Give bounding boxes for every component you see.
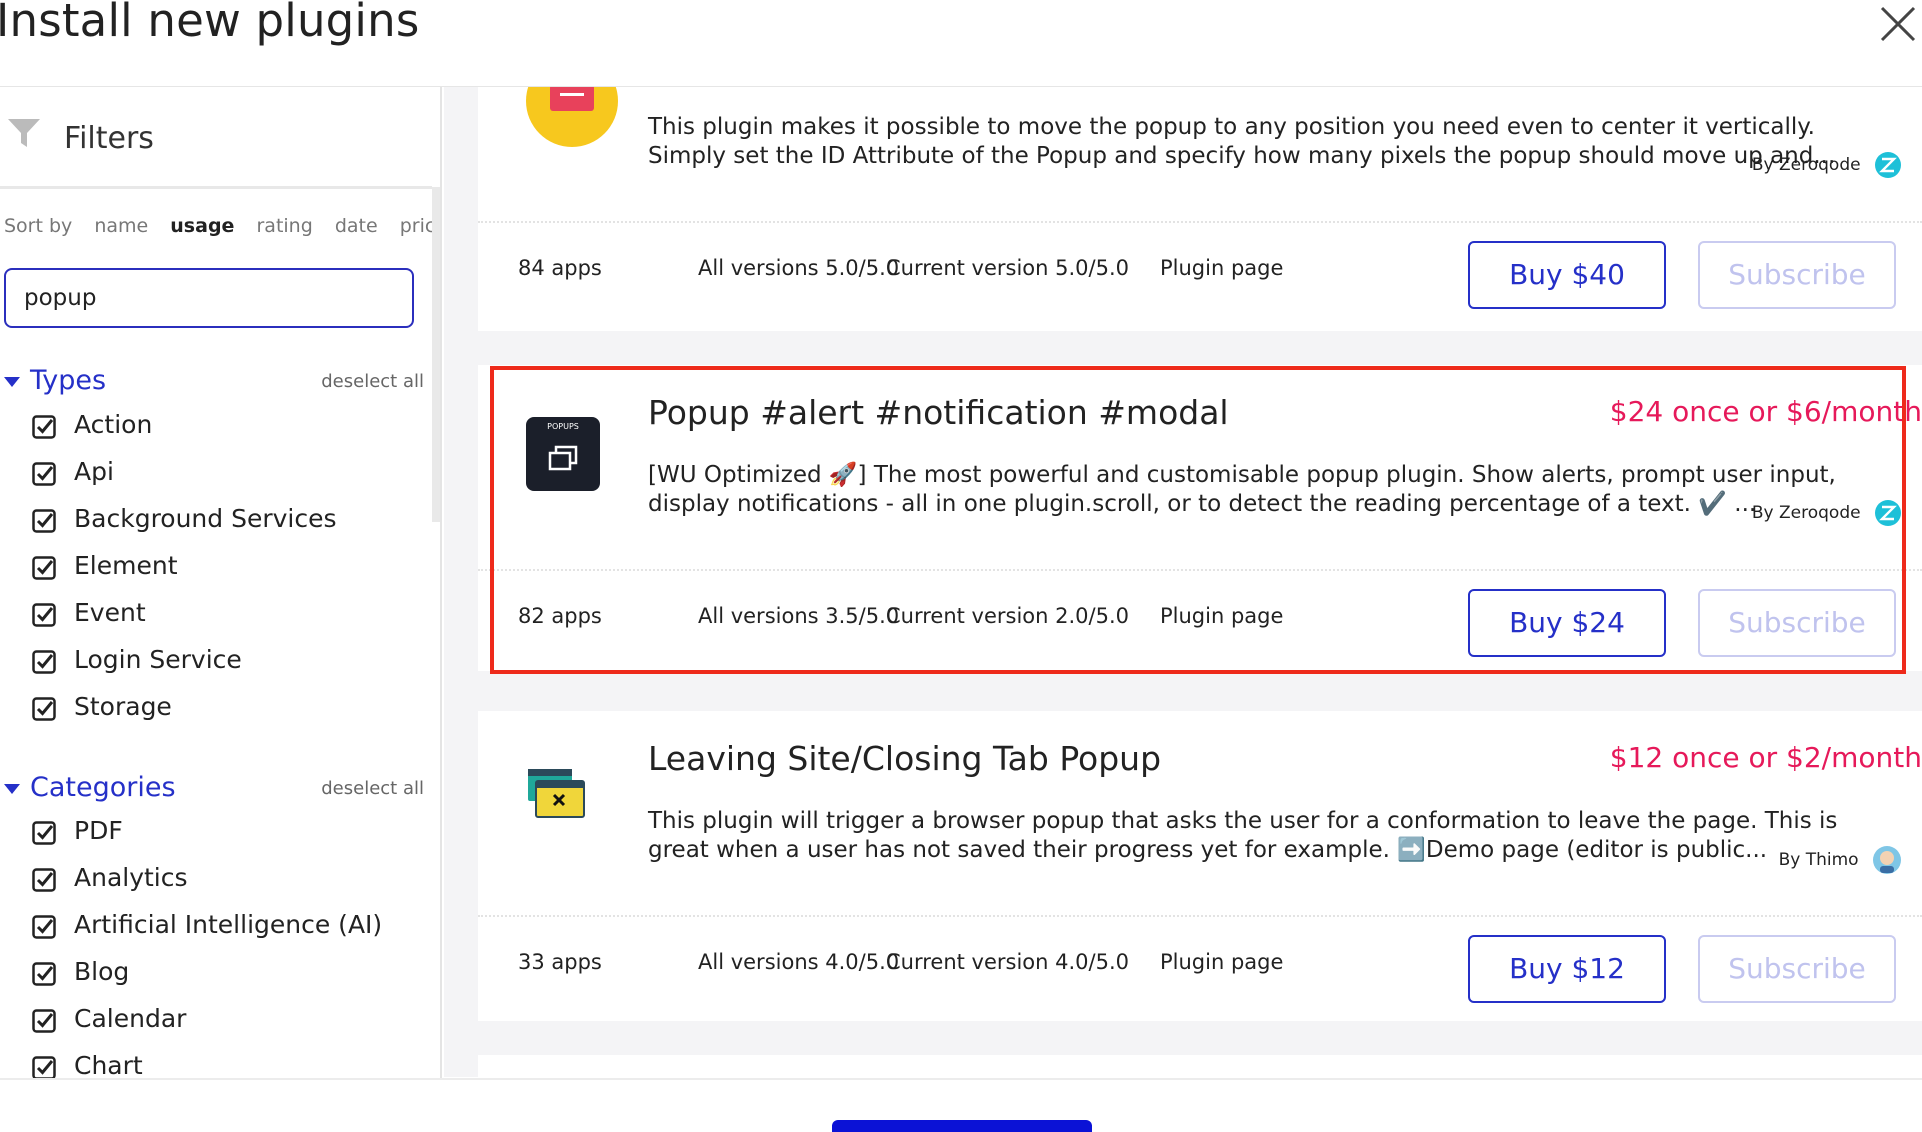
plugin-card: POPUPS Popup #alert #notification #modal… <box>478 365 1922 671</box>
plugin-card: This plugin makes it possible to move th… <box>478 87 1922 331</box>
checkbox-checked-icon[interactable] <box>32 821 56 845</box>
sort-rating[interactable]: rating <box>256 215 312 237</box>
avatar <box>1873 846 1901 874</box>
checkbox-checked-icon[interactable] <box>32 462 56 486</box>
checkbox-checked-icon[interactable] <box>32 868 56 892</box>
filter-icon <box>8 119 40 147</box>
checkbox-label: Api <box>74 457 114 486</box>
checkbox-checked-icon[interactable] <box>32 650 56 674</box>
categories-section-header: Categories deselect all <box>4 772 424 808</box>
plugin-page-link[interactable]: Plugin page <box>1160 256 1283 280</box>
checkbox-checked-icon[interactable] <box>32 509 56 533</box>
page-title: Install new plugins <box>0 0 420 47</box>
close-icon[interactable] <box>1874 0 1922 48</box>
checkbox-label: Event <box>74 598 146 627</box>
all-versions-rating: All versions 3.5/5.0 <box>698 604 900 628</box>
plugin-author: By Zeroqode <box>1752 499 1902 527</box>
zeroqode-logo-icon <box>1875 152 1901 178</box>
checkbox-label: Element <box>74 551 178 580</box>
subscribe-button[interactable]: Subscribe <box>1698 935 1896 1003</box>
plugin-list: This plugin makes it possible to move th… <box>444 87 1922 1077</box>
checkbox-label: Blog <box>74 957 130 986</box>
plugin-card <box>478 1055 1922 1077</box>
author-name: By Zeroqode <box>1751 503 1861 523</box>
filters-sidebar: Filters Sort by name usage rating date p… <box>0 87 442 1079</box>
plugin-author: By Zeroqode <box>1752 151 1902 179</box>
types-deselect-all[interactable]: deselect all <box>321 371 424 392</box>
categories-deselect-all[interactable]: deselect all <box>321 778 424 799</box>
apps-count: 82 apps <box>518 604 602 628</box>
browser-popup-icon <box>528 769 585 818</box>
author-name: By Thimo <box>1778 850 1859 870</box>
plugin-page-link[interactable]: Plugin page <box>1160 950 1283 974</box>
checkbox-checked-icon[interactable] <box>32 415 56 439</box>
buy-button[interactable]: Buy $40 <box>1468 241 1666 309</box>
plugin-price: $12 once or $2/month <box>1609 741 1922 774</box>
plugin-stats-row: 82 apps All versions 3.5/5.0 Current ver… <box>478 571 1922 661</box>
plugin-description: This plugin will trigger a browser popup… <box>648 808 1838 863</box>
plugin-stats-row: 33 apps All versions 4.0/5.0 Current ver… <box>478 917 1922 1007</box>
subscribe-button[interactable]: Subscribe <box>1698 241 1896 309</box>
types-section-header: Types deselect all <box>4 365 424 401</box>
checkbox-checked-icon[interactable] <box>32 1056 56 1079</box>
types-title[interactable]: Types <box>30 365 106 396</box>
all-versions-rating: All versions 4.0/5.0 <box>698 950 900 974</box>
plugin-name[interactable]: Leaving Site/Closing Tab Popup <box>648 739 1161 778</box>
checkbox-checked-icon[interactable] <box>32 603 56 627</box>
plugin-description: This plugin makes it possible to move th… <box>648 114 1836 169</box>
checkbox-checked-icon[interactable] <box>32 962 56 986</box>
plugin-author: By Thimo <box>1779 845 1902 875</box>
apps-count: 33 apps <box>518 950 602 974</box>
popups-plugin-icon: POPUPS <box>526 417 600 491</box>
current-version-rating: Current version 2.0/5.0 <box>886 604 1130 628</box>
sort-label: Sort by <box>4 215 73 237</box>
checkbox-checked-icon[interactable] <box>32 915 56 939</box>
sort-name[interactable]: name <box>94 215 148 237</box>
all-versions-rating: All versions 5.0/5.0 <box>698 256 900 280</box>
checkbox-checked-icon[interactable] <box>32 556 56 580</box>
search-input[interactable] <box>4 268 414 328</box>
checkbox-label: Background Services <box>74 504 337 533</box>
checkbox-label: Calendar <box>74 1004 187 1033</box>
buy-button[interactable]: Buy $12 <box>1468 935 1666 1003</box>
checkbox-label: Chart <box>74 1051 143 1079</box>
caret-down-icon[interactable] <box>4 784 20 794</box>
checkbox-checked-icon[interactable] <box>32 1009 56 1033</box>
apps-count: 84 apps <box>518 256 602 280</box>
plugin-name[interactable]: Popup #alert #notification #modal <box>648 393 1229 432</box>
author-name: By Zeroqode <box>1751 155 1861 175</box>
filters-header: Filters <box>0 87 440 187</box>
checkbox-label: Analytics <box>74 863 188 892</box>
caret-down-icon[interactable] <box>4 377 20 387</box>
footer-divider <box>0 1078 1922 1080</box>
plugin-card: Leaving Site/Closing Tab Popup $12 once … <box>478 711 1922 1021</box>
plugin-stats-row: 84 apps All versions 5.0/5.0 Current ver… <box>478 223 1922 313</box>
sort-options: Sort by name usage rating date price <box>4 215 440 237</box>
sort-date[interactable]: date <box>335 215 378 237</box>
buy-button[interactable]: Buy $24 <box>1468 589 1666 657</box>
filters-label: Filters <box>64 121 154 156</box>
sort-usage[interactable]: usage <box>170 215 234 237</box>
zeroqode-logo-icon <box>1875 500 1901 526</box>
checkbox-checked-icon[interactable] <box>32 697 56 721</box>
primary-button[interactable] <box>832 1120 1092 1132</box>
popups-icon-text: POPUPS <box>547 422 579 431</box>
sidebar-scrollbar[interactable] <box>432 187 440 522</box>
categories-title[interactable]: Categories <box>30 772 176 803</box>
checkbox-label: Artificial Intelligence (AI) <box>74 910 383 939</box>
checkbox-label: Action <box>74 410 153 439</box>
checkbox-label: PDF <box>74 816 123 845</box>
plugin-price: $24 once or $6/month <box>1609 395 1922 428</box>
plugin-page-link[interactable]: Plugin page <box>1160 604 1283 628</box>
current-version-rating: Current version 5.0/5.0 <box>886 256 1130 280</box>
plugin-description: [WU Optimized 🚀] The most powerful and c… <box>648 462 1836 517</box>
divider <box>0 186 432 189</box>
checkbox-label: Login Service <box>74 645 242 674</box>
subscribe-button[interactable]: Subscribe <box>1698 589 1896 657</box>
current-version-rating: Current version 4.0/5.0 <box>886 950 1130 974</box>
popup-position-icon <box>526 87 618 147</box>
checkbox-label: Storage <box>74 692 172 721</box>
